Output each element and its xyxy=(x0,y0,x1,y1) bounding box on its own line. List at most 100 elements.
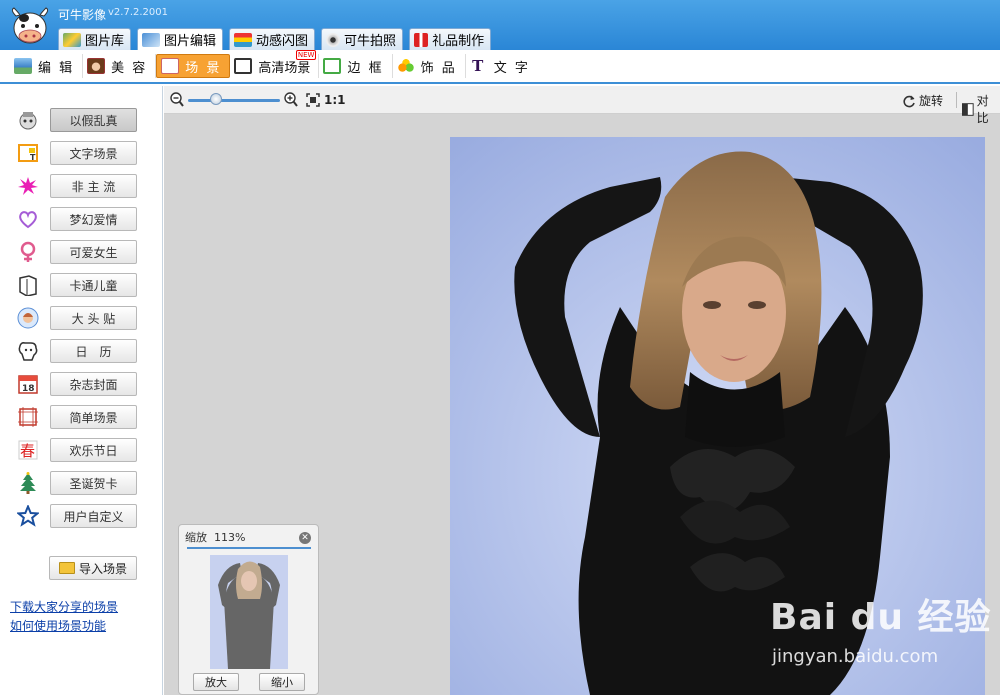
compare-button[interactable]: 对比 xyxy=(962,92,1000,126)
scene-category-row: 简单场景 xyxy=(16,405,137,429)
subtab-beauty[interactable]: 美 容 xyxy=(83,54,157,78)
subtab-label: 饰 品 xyxy=(420,60,457,76)
scene-category-button[interactable]: 卡通儿童 xyxy=(50,273,137,297)
subtab-frame[interactable]: 边 框 xyxy=(319,54,393,78)
zoom-slider-thumb[interactable] xyxy=(209,93,222,105)
new-badge: NEW xyxy=(295,50,317,60)
watermark-url: jingyan.baidu.com xyxy=(772,646,939,667)
scene-category-button[interactable]: 简单场景 xyxy=(50,405,137,429)
close-icon[interactable]: ✕ xyxy=(299,532,311,544)
import-scene-label: 导入场景 xyxy=(78,561,127,576)
scene-category-row: 非 主 流 xyxy=(16,174,137,198)
edit-image-icon xyxy=(14,58,32,74)
scene-category-row: 可爱女生 xyxy=(16,240,137,264)
app-title: 可牛影像 xyxy=(58,8,107,22)
spring-festival-icon: 春 xyxy=(16,438,40,462)
scene-category-row: 圣诞贺卡 xyxy=(16,471,137,495)
scene-category-button[interactable]: 用户自定义 xyxy=(50,504,137,528)
calendar-18-icon: 18 xyxy=(16,372,40,396)
navigator-title-text: 缩放 xyxy=(185,531,207,544)
scene-category-button[interactable]: 文字场景 xyxy=(50,141,137,165)
text-scene-icon: T xyxy=(16,141,40,165)
subtab-edit[interactable]: 编 辑 xyxy=(10,54,84,78)
subtab-scene[interactable]: 场 景 xyxy=(156,54,231,78)
scene-category-button[interactable]: 梦幻爱情 xyxy=(50,207,137,231)
cartoon-book-icon xyxy=(16,273,40,297)
scene-category-button[interactable]: 非 主 流 xyxy=(50,174,137,198)
scene-category-row: 用户自定义 xyxy=(16,504,137,528)
scene-category-row: 春欢乐节日 xyxy=(16,438,137,462)
toolbar-divider xyxy=(956,92,957,108)
tab-gallery[interactable]: 图片库 xyxy=(58,28,132,50)
scene-category-row: 以假乱真 xyxy=(16,108,137,132)
zoom-in-button[interactable]: 放大 xyxy=(193,673,239,691)
subtab-label: 美 容 xyxy=(111,60,148,76)
zoom-in-icon[interactable] xyxy=(284,92,298,108)
tab-flash-gif[interactable]: 动感闪图 xyxy=(229,28,316,50)
tab-label: 礼品制作 xyxy=(432,34,485,49)
zoom-navigator-panel: 缩放 113% ✕ 放大 缩小 xyxy=(178,524,319,695)
thumbnail-image xyxy=(210,555,288,669)
subtab-label: 编 辑 xyxy=(38,60,75,76)
view-toolbar: 1:1 旋转 对比 xyxy=(164,86,1000,125)
scene-category-row: 卡通儿童 xyxy=(16,273,137,297)
import-scene-button[interactable]: 导入场景 xyxy=(49,556,137,580)
subtab-hd-scene[interactable]: 高清场景 NEW xyxy=(230,50,320,78)
calendar-dog-icon xyxy=(16,339,40,363)
scene-category-sidebar: 以假乱真 T 文字场景非 主 流梦幻爱情可爱女生卡通儿童大 头 贴日 历 18 杂志封面… xyxy=(0,86,163,695)
scene-category-row: 大 头 贴 xyxy=(16,306,137,330)
star-icon xyxy=(16,504,40,528)
svg-text:18: 18 xyxy=(22,384,35,394)
scene-category-row: 日 历 xyxy=(16,339,137,363)
scene-help-link[interactable]: 如何使用场景功能 xyxy=(10,617,106,634)
simple-frame-icon xyxy=(16,405,40,429)
scene-category-button[interactable]: 圣诞贺卡 xyxy=(50,471,137,495)
subtab-accessory[interactable]: 饰 品 xyxy=(393,54,466,78)
scene-category-button[interactable]: 杂志封面 xyxy=(50,372,137,396)
zoom-out-button[interactable]: 缩小 xyxy=(259,673,305,691)
rotate-button[interactable]: 旋转 xyxy=(902,92,943,109)
subtab-label: 场 景 xyxy=(185,60,222,76)
webcam-icon xyxy=(326,32,341,47)
scene-category-button[interactable]: 欢乐节日 xyxy=(50,438,137,462)
tab-gift[interactable]: 礼品制作 xyxy=(409,28,492,50)
fit-window-icon[interactable] xyxy=(306,93,320,107)
photo-edit-icon xyxy=(142,32,161,47)
folder-icon xyxy=(58,562,75,574)
female-icon xyxy=(16,240,40,264)
download-shared-scenes-link[interactable]: 下载大家分享的场景 xyxy=(10,598,118,615)
scene-category-button[interactable]: 以假乱真 xyxy=(50,108,137,132)
frame-icon xyxy=(323,58,342,74)
subtab-text[interactable]: T 文 字 xyxy=(466,54,538,78)
beauty-face-icon xyxy=(87,58,106,74)
actual-size-button[interactable]: 1:1 xyxy=(324,93,346,107)
rotate-icon xyxy=(903,95,915,107)
scene-icon xyxy=(161,58,180,74)
subtab-label: 文 字 xyxy=(493,60,530,76)
scene-category-row: T 文字场景 xyxy=(16,141,137,165)
hd-scene-icon xyxy=(234,58,253,74)
navigator-title: 缩放 113% xyxy=(185,529,245,545)
title-bar: 可牛影像 v2.7.2.2001 图片库 图片编辑 动感闪图 可牛拍照 礼品制作 xyxy=(0,0,1000,50)
tab-webcam[interactable]: 可牛拍照 xyxy=(321,28,404,50)
cow-logo-icon xyxy=(11,7,49,44)
sticker-face-icon xyxy=(16,306,40,330)
navigator-thumbnail[interactable] xyxy=(210,555,288,669)
christmas-tree-icon xyxy=(16,471,40,495)
scene-category-button[interactable]: 大 头 贴 xyxy=(50,306,137,330)
navigator-zoom-value: 113% xyxy=(214,531,246,544)
gallery-icon xyxy=(63,32,81,47)
scene-category-button[interactable]: 日 历 xyxy=(50,339,137,363)
tab-label: 图片编辑 xyxy=(164,34,217,49)
svg-text:春: 春 xyxy=(20,442,35,460)
text-icon: T xyxy=(472,57,486,75)
zoom-out-icon[interactable] xyxy=(170,92,184,108)
scene-category-row: 18 杂志封面 xyxy=(16,372,137,396)
tab-photo-edit[interactable]: 图片编辑 xyxy=(137,28,224,50)
splash-icon xyxy=(16,174,40,198)
flash-gif-icon xyxy=(234,32,253,47)
gift-icon xyxy=(414,32,429,47)
app-version: v2.7.2.2001 xyxy=(108,7,168,18)
zoom-slider-track[interactable] xyxy=(188,99,280,102)
scene-category-button[interactable]: 可爱女生 xyxy=(50,240,137,264)
